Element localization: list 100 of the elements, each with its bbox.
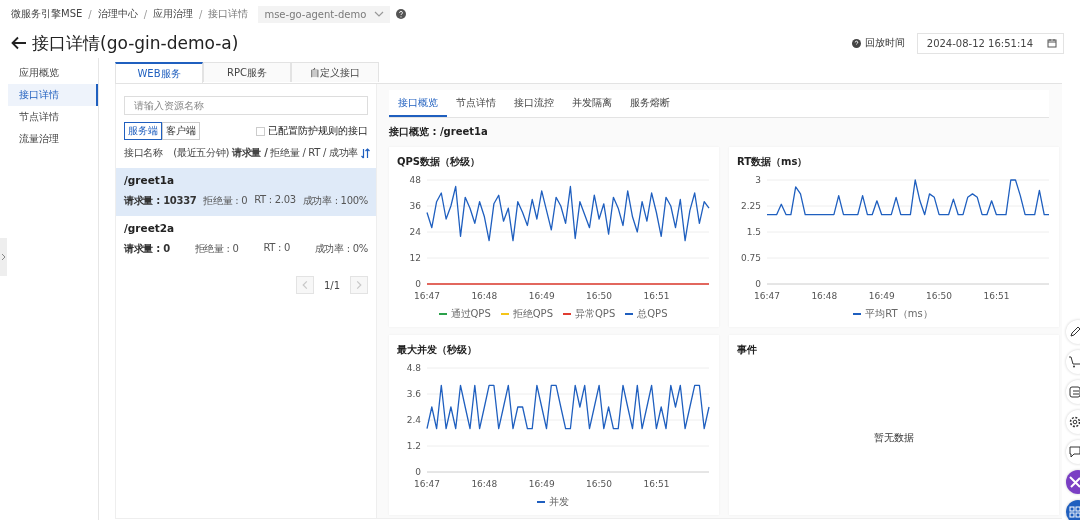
axis-label: 16:49 (868, 291, 895, 301)
card-title: QPS数据（秒级） (397, 155, 482, 169)
settings-icon (1069, 416, 1080, 428)
sidebar-item[interactable]: 流量治理 (8, 128, 98, 150)
metric-text: 请求量 : 10337 (124, 194, 197, 208)
card-title: 事件 (737, 343, 758, 357)
metric-text: 拒绝量 : 0 (194, 242, 239, 256)
axis-label: 16:51 (983, 291, 1010, 301)
axis-label: 0 (415, 279, 421, 289)
page-title: 接口详情(go-gin-demo-a) (32, 31, 239, 55)
date-time-field[interactable]: 2024-08-12 16:51:14 (916, 32, 1064, 54)
back-arrow-icon[interactable] (11, 36, 27, 50)
metric-text: 成功率 : 0% (314, 242, 368, 256)
tab[interactable]: 服务熔断 (621, 90, 679, 117)
metric-text: RT : 2.03 (254, 194, 296, 207)
axis-label: 16:50 (586, 291, 613, 301)
legend-item[interactable]: 并发 (537, 495, 569, 509)
axis-label: 48 (409, 175, 421, 185)
axis-label: 24 (409, 227, 421, 237)
axis-label: 3 (755, 175, 761, 185)
chevron-down-icon (374, 9, 385, 19)
breadcrumb-separator: / (199, 8, 203, 20)
help-icon[interactable] (851, 38, 861, 48)
checkbox[interactable] (256, 126, 265, 136)
axis-label: 16:48 (811, 291, 838, 301)
column-header: (最近五分钟) 请求量 / 拒绝量 / RT / 成功率 (172, 146, 358, 160)
breadcrumb-separator: / (88, 8, 92, 20)
axis-label: 2.4 (406, 415, 421, 425)
resource-row[interactable]: /greet1a 请求量 : 10337 拒绝量 : 0 RT : 2.03 成功率 : 100% (116, 168, 376, 216)
chevron-right-icon (1, 253, 6, 261)
axis-label: 16:50 (926, 291, 953, 301)
legend-item[interactable]: 拒绝QPS (500, 307, 553, 321)
tab[interactable]: WEB服务 (115, 62, 203, 83)
breadcrumb-link[interactable]: 治理中心 (97, 7, 138, 21)
axis-label: 16:49 (528, 479, 555, 489)
axis-label: 2.25 (740, 201, 761, 211)
chevron-left-icon (301, 280, 308, 290)
axis-label: 16:47 (414, 291, 440, 301)
axis-label: 0 (755, 279, 761, 289)
sidebar-item[interactable]: 应用概览 (8, 62, 98, 84)
axis-label: 16:51 (643, 479, 670, 489)
sidebar-item[interactable]: 节点详情 (8, 106, 98, 128)
axis-label: 0.75 (740, 253, 761, 263)
legend-item[interactable]: 异常QPS (563, 307, 616, 321)
axis-label: 4.8 (406, 363, 421, 373)
breadcrumb-separator: / (143, 8, 148, 20)
axis-label: 3.6 (406, 389, 421, 399)
axis-label: 16:50 (586, 479, 613, 489)
card-title: RT数据（ms） (737, 155, 809, 169)
metric-text: 成功率 : 100% (302, 194, 368, 208)
axis-label: 0 (415, 467, 421, 477)
legend-item[interactable]: 通过QPS (438, 307, 491, 321)
chat-icon (1069, 446, 1080, 458)
cross-icon (1069, 476, 1080, 488)
axis-label: 16:47 (754, 291, 780, 301)
axis-label: 16:48 (471, 291, 498, 301)
axis-label: 1.5 (746, 227, 761, 237)
resource-name: /greet1a (124, 174, 176, 186)
sort-icon[interactable] (361, 147, 370, 159)
axis-label: 16:47 (414, 479, 440, 489)
tab[interactable]: 节点详情 (447, 90, 505, 117)
sidebar-item[interactable]: 接口详情 (8, 84, 98, 106)
axis-label: 16:48 (471, 479, 498, 489)
segment-button[interactable]: 客户端 (162, 122, 200, 140)
tab[interactable]: 接口概览 (389, 90, 447, 117)
resource-row[interactable]: /greet2a 请求量 : 0 拒绝量 : 0 RT : 0 成功率 : 0% (116, 216, 376, 264)
tab[interactable]: 接口流控 (505, 90, 563, 117)
card-title: 最大并发（秒级） (397, 343, 478, 357)
legend-item[interactable]: 平均RT（ms） (853, 307, 933, 321)
collapse-handle[interactable] (0, 238, 7, 276)
search-field[interactable]: 请输入资源名称 (124, 96, 368, 115)
axis-label: 16:49 (528, 291, 555, 301)
axis-label: 1.2 (406, 441, 421, 451)
tab[interactable]: 自定义接口 (291, 62, 379, 82)
tab[interactable]: 并发隔离 (563, 90, 621, 117)
legend-item[interactable]: 总QPS (625, 307, 668, 321)
empty-message: 暂无数据 (873, 430, 915, 445)
page-indicator: 1/1 (323, 279, 340, 291)
calendar-icon (1047, 38, 1057, 48)
axis-label: 12 (409, 253, 421, 263)
section-title: 接口概览 : /greet1a (389, 125, 489, 139)
grid-icon (1069, 506, 1080, 518)
metric-text: 请求量 : 0 (124, 242, 170, 256)
axis-label: 36 (409, 201, 421, 211)
breadcrumb-link[interactable]: 应用治理 (153, 7, 194, 21)
replay-time-label: 回放时间 (864, 36, 905, 50)
pencil-icon (1069, 326, 1080, 338)
checkbox-label: 已配置防护规则的接口 (268, 124, 368, 138)
column-header: 接口名称 (124, 146, 163, 160)
metric-text: 拒绝量 : 0 (203, 194, 248, 208)
axis-label: 16:51 (643, 291, 670, 301)
metric-text: RT : 0 (263, 242, 290, 255)
segment-button[interactable]: 服务端 (124, 122, 162, 140)
help-icon[interactable] (396, 9, 407, 19)
breadcrumb-link[interactable]: 微服务引擎MSE (11, 7, 83, 21)
tab[interactable]: RPC服务 (203, 62, 291, 82)
resource-name: /greet2a (124, 222, 176, 234)
cart-icon (1069, 356, 1080, 368)
document-icon (1069, 386, 1080, 398)
chevron-right-icon (356, 280, 362, 290)
